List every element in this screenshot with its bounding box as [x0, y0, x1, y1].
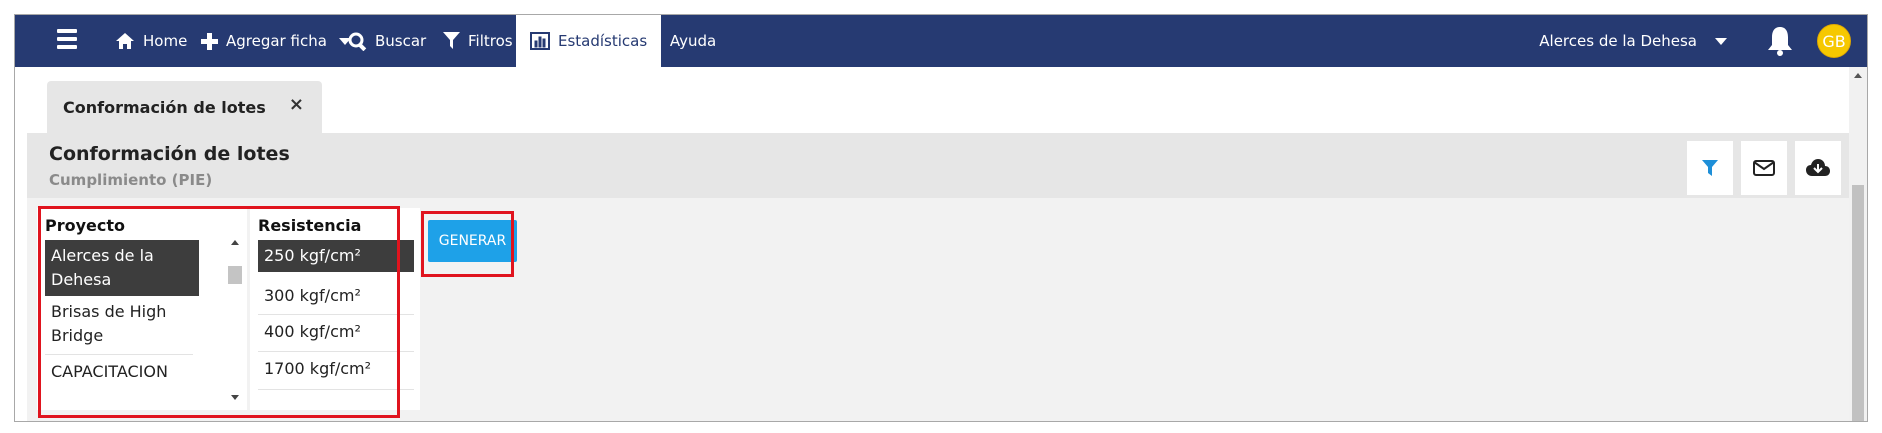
scroll-up-icon[interactable]	[1854, 73, 1862, 78]
filter-icon	[1702, 159, 1718, 176]
nav-help[interactable]: ? Ayuda	[652, 15, 716, 67]
cloud-download-icon	[1806, 159, 1830, 176]
filter-button[interactable]	[1687, 141, 1733, 195]
email-button[interactable]	[1741, 141, 1787, 195]
avatar-initials: GB	[1822, 31, 1846, 51]
nav-statistics[interactable]: Estadísticas	[516, 15, 662, 67]
bar-chart-icon	[530, 32, 550, 50]
page-scrollbar[interactable]	[1849, 67, 1867, 421]
question-icon: ?	[652, 31, 662, 51]
nav-search-label: Buscar	[375, 32, 427, 50]
tab-label: Conformación de lotes	[63, 97, 266, 117]
avatar[interactable]: GB	[1817, 24, 1851, 58]
filter-icon	[443, 32, 460, 49]
top-navbar: Home Agregar ficha Buscar Filtros Estadí…	[15, 15, 1867, 67]
page-title: Conformación de lotes	[49, 143, 290, 165]
chevron-down-icon	[1715, 37, 1727, 45]
nav-filters[interactable]: Filtros	[443, 15, 513, 67]
highlight-box-filters	[38, 206, 400, 418]
menu-icon[interactable]	[57, 29, 77, 51]
home-icon	[116, 33, 134, 49]
nav-add-record-label: Agregar ficha	[226, 32, 327, 50]
nav-home-label: Home	[143, 32, 188, 50]
bell-icon[interactable]	[1765, 25, 1795, 57]
project-selector-label: Alerces de la Dehesa	[1539, 32, 1697, 50]
download-button[interactable]	[1795, 141, 1841, 195]
nav-home[interactable]: Home	[115, 15, 187, 67]
tab-strip: Conformación de lotes ×	[27, 67, 1849, 133]
mail-icon	[1753, 160, 1775, 176]
nav-add-record[interactable]: Agregar ficha	[201, 15, 351, 67]
nav-statistics-label: Estadísticas	[558, 32, 648, 50]
close-icon[interactable]: ×	[289, 94, 304, 115]
report-content: Proyecto Alerces de la Dehesa Brisas de …	[27, 198, 1849, 421]
nav-filters-label: Filtros	[468, 32, 513, 50]
page-subtitle: Cumplimiento (PIE)	[49, 171, 213, 189]
report-header: Conformación de lotes Cumplimiento (PIE)	[27, 133, 1849, 198]
tab-conformacion-lotes[interactable]: Conformación de lotes ×	[47, 81, 322, 133]
project-selector[interactable]: Alerces de la Dehesa	[1539, 15, 1727, 67]
app-window: Home Agregar ficha Buscar Filtros Estadí…	[14, 14, 1868, 422]
scroll-thumb[interactable]	[1852, 185, 1864, 421]
nav-help-label: Ayuda	[669, 32, 717, 50]
plus-icon	[201, 32, 218, 50]
search-icon	[348, 32, 367, 51]
nav-search[interactable]: Buscar	[348, 15, 426, 67]
highlight-box-generate	[421, 211, 514, 277]
